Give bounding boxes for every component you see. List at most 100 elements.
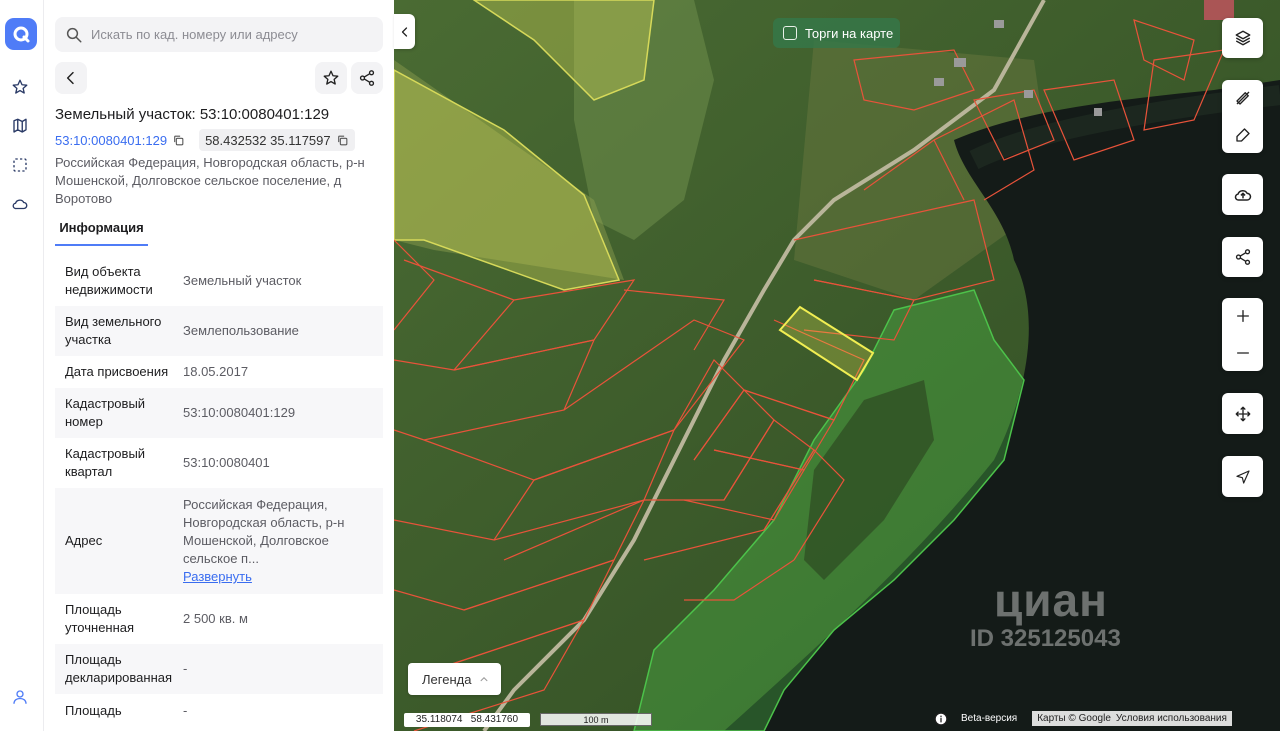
zoom-out-button[interactable] <box>1222 337 1263 369</box>
share-button[interactable] <box>351 62 383 94</box>
cad-number-text: 53:10:0080401:129 <box>55 132 168 148</box>
info-row-key: Площадь декларированная <box>65 652 173 685</box>
coordinates-text: 58.432532 35.117597 <box>205 132 331 148</box>
layers-icon <box>1235 30 1250 46</box>
info-row: Вид земельного участка Землепользование <box>55 306 383 356</box>
edit-icon <box>1235 128 1250 142</box>
app: Земельный участок: 53:10:0080401:129 53:… <box>0 0 1280 731</box>
info-row-key: Вид земельного участка <box>65 314 162 347</box>
cad-number-chip[interactable]: 53:10:0080401:129 <box>55 129 191 151</box>
left-rail <box>0 0 44 731</box>
object-address: Российская Федерация, Новгородская облас… <box>55 155 365 206</box>
info-row-key: Площадь уточненная <box>65 602 135 635</box>
tab-info[interactable]: Информация <box>55 218 148 246</box>
info-row-value: - <box>183 703 188 718</box>
object-title: Земельный участок: 53:10:0080401:129 <box>55 106 330 123</box>
beta-label: Beta-версия <box>961 713 1018 724</box>
zoom-out-icon <box>1236 352 1249 354</box>
share-icon <box>359 70 375 86</box>
collapse-panel-button[interactable] <box>394 14 415 49</box>
locate-button[interactable] <box>1222 456 1263 497</box>
app-logo[interactable] <box>5 18 37 50</box>
info-row-value: Российская Федерация, Новгородская облас… <box>183 496 373 586</box>
star-icon <box>323 70 339 85</box>
info-row: Кадастровый номер 53:10:0080401:129 <box>55 388 383 438</box>
info-row-value: Землепользование <box>183 323 299 338</box>
coordinates-chip[interactable]: 58.432532 35.117597 <box>199 129 355 151</box>
zoom-in-icon <box>1236 310 1249 323</box>
terms-link[interactable]: Условия использования <box>1115 711 1232 726</box>
info-row: Кадастровый квартал 53:10:0080401 <box>55 438 383 488</box>
map-nav-button[interactable] <box>8 114 32 138</box>
legend-label: Легенда <box>422 671 472 687</box>
cloud-icon <box>12 199 28 210</box>
cian-watermark: циан ID 325125043 <box>936 575 1176 653</box>
info-row-key: Адрес <box>65 533 103 548</box>
chevron-left-icon <box>401 26 407 37</box>
map-footer: Beta-версия Карты © Google Условия испол… <box>934 711 1232 726</box>
info-row-value: 2 500 кв. м <box>183 611 248 626</box>
cursor-coordinates: 35.118074 58.431760 <box>404 713 530 727</box>
layers-button[interactable] <box>1222 18 1263 58</box>
watermark-brand: циан <box>994 574 1108 626</box>
info-row: Площадь декларированная - <box>55 644 383 694</box>
area-select-nav-button[interactable] <box>8 153 32 177</box>
info-row: Площадь уточненная 2 500 кв. м <box>55 594 383 644</box>
ruler-icon <box>1235 91 1249 105</box>
map-icon <box>13 118 27 133</box>
expand-address-link[interactable]: Развернуть <box>183 569 252 584</box>
move-icon <box>1235 406 1250 421</box>
upload-icon <box>1234 189 1251 201</box>
back-button[interactable] <box>55 62 87 94</box>
favorites-nav-button[interactable] <box>8 75 32 99</box>
info-row-key: Площадь <box>65 703 122 718</box>
satellite-map[interactable]: циан ID 325125043 <box>394 0 1280 731</box>
info-row-key: Вид объекта недвижимости <box>65 264 153 297</box>
user-icon <box>13 690 27 704</box>
info-row-address: Адрес Российская Федерация, Новгородская… <box>55 488 383 594</box>
edit-button[interactable] <box>1222 119 1263 151</box>
info-table: Вид объекта недвижимости Земельный участ… <box>55 256 383 728</box>
draw-tools <box>1222 80 1263 153</box>
search-bar <box>55 17 383 52</box>
object-identifiers: 53:10:0080401:129 58.432532 35.117597 <box>55 129 355 151</box>
map-scale: 100 m <box>540 713 652 726</box>
map-attribution: Карты © Google <box>1032 711 1116 726</box>
info-row: Площадь - <box>55 694 383 728</box>
address-value-text: Российская Федерация, Новгородская облас… <box>183 497 345 566</box>
watermark-id: ID 325125043 <box>970 625 1121 652</box>
ruler-button[interactable] <box>1222 82 1263 114</box>
share-icon <box>1235 249 1250 265</box>
auctions-checkbox[interactable] <box>783 26 797 40</box>
copy-icon[interactable] <box>172 134 185 147</box>
cloud-nav-button[interactable] <box>8 192 32 216</box>
info-icon[interactable] <box>934 712 948 726</box>
favorite-button[interactable] <box>315 62 347 94</box>
legend-button[interactable]: Легенда <box>408 663 501 695</box>
auctions-toggle-label: Торги на карте <box>805 25 894 41</box>
info-row-key: Дата присвоения <box>65 364 169 379</box>
info-row-value: 53:10:0080401:129 <box>183 405 296 420</box>
map-share-button[interactable] <box>1222 237 1263 277</box>
auctions-toggle[interactable]: Торги на карте <box>773 18 900 48</box>
dashed-square-icon <box>13 158 27 172</box>
zoom-in-button[interactable] <box>1222 300 1263 332</box>
profile-nav-button[interactable] <box>8 685 32 709</box>
search-icon <box>66 27 82 42</box>
pan-button[interactable] <box>1222 393 1263 434</box>
search-input[interactable] <box>91 27 371 42</box>
object-info-panel: Земельный участок: 53:10:0080401:129 53:… <box>44 0 394 731</box>
logo-icon <box>13 26 30 43</box>
chevron-up-icon <box>481 677 488 682</box>
zoom-controls <box>1222 298 1263 371</box>
upload-button[interactable] <box>1222 174 1263 215</box>
copy-icon[interactable] <box>336 134 349 147</box>
locate-icon <box>1235 469 1250 484</box>
info-row-value: - <box>183 661 188 676</box>
info-row: Вид объекта недвижимости Земельный участ… <box>55 256 383 306</box>
star-icon <box>12 79 28 94</box>
info-row-value: 53:10:0080401 <box>183 455 270 470</box>
info-row-key: Кадастровый номер <box>65 396 146 429</box>
info-row-value: Земельный участок <box>183 273 302 288</box>
info-row-value: 18.05.2017 <box>183 364 249 379</box>
